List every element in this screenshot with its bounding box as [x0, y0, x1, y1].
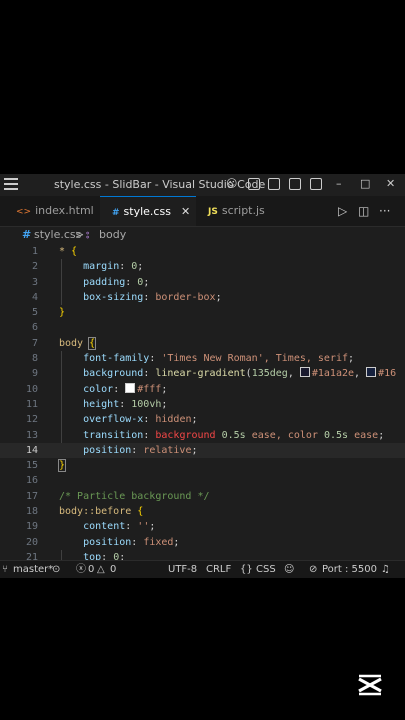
color-swatch[interactable]	[299, 367, 310, 378]
code-line: 3 padding: 0;	[0, 275, 405, 290]
code-line: 7 body {	[0, 336, 405, 351]
tab-label: script.js	[221, 204, 265, 217]
line-number: 7	[31, 337, 38, 349]
tab-close-icon[interactable]: ✕	[181, 205, 190, 218]
more-actions-icon[interactable]: ···	[379, 196, 390, 226]
css-file-icon: #	[22, 228, 32, 241]
sync-icon[interactable]: ⊙	[52, 561, 60, 578]
code-line: 12 overflow-x: hidden;	[0, 412, 405, 427]
branch-icon: ⑂	[2, 564, 8, 575]
menu-icon[interactable]	[4, 178, 18, 190]
line-number: 5	[31, 307, 38, 319]
line-number: 10	[25, 383, 38, 395]
tab-style-css[interactable]: # style.css ✕	[100, 196, 196, 226]
line-number: 3	[31, 276, 38, 288]
tab-label: index.html	[35, 204, 94, 217]
copilot-icon[interactable]: ☺	[226, 177, 237, 190]
line-number: 1	[31, 246, 38, 257]
toggle-sidebar-icon[interactable]	[268, 178, 280, 190]
code-line: 13 transition: background 0.5s ease, col…	[0, 428, 405, 443]
code-line: 17/* Particle background */	[0, 489, 405, 504]
line-number: 6	[31, 322, 38, 334]
title-bar: style.css - SlidBar - Visual Studio Code…	[0, 174, 405, 196]
code-editor[interactable]: 1 * { 2 margin: 0; 3 padding: 0; 4 box-si…	[0, 244, 405, 578]
copilot-icon[interactable]: ☺	[284, 561, 294, 578]
css-file-icon: #	[112, 208, 120, 218]
status-errors[interactable]: 0	[88, 561, 94, 578]
no-entry-icon: ⊘	[309, 564, 318, 575]
minimize-button[interactable]: –	[336, 177, 342, 190]
line-number: 2	[31, 261, 38, 273]
maximize-button[interactable]: □	[360, 177, 370, 190]
html-file-icon: <>	[16, 207, 32, 217]
tab-label: style.css	[123, 205, 171, 218]
code-line: 11 height: 100vh;	[0, 397, 405, 412]
code-line: 5}	[0, 305, 405, 320]
code-line: 6	[0, 320, 405, 335]
code-line: 18 body::before {	[0, 504, 405, 519]
status-branch[interactable]: master*	[13, 561, 53, 578]
breadcrumb-symbol[interactable]: body	[99, 226, 126, 244]
status-encoding[interactable]: UTF-8	[168, 561, 197, 578]
code-line: 20 position: fixed;	[0, 535, 405, 550]
code-line-current: 14 position: relative;	[0, 442, 405, 459]
code-line: 9 background: linear-gradient(135deg, #1…	[0, 366, 405, 381]
line-number: 8	[31, 353, 38, 365]
tab-script-js[interactable]: JS script.js	[196, 196, 286, 226]
line-number: 9	[31, 368, 38, 380]
code-line: 4 box-sizing: border-box;	[0, 290, 405, 305]
capcut-logo-icon	[358, 674, 382, 696]
bell-icon[interactable]: ♫	[381, 561, 390, 578]
line-number: 11	[25, 398, 38, 410]
code-line: 1 * {	[0, 244, 405, 259]
line-number: 13	[25, 429, 38, 441]
toggle-secondary-sidebar-icon[interactable]	[310, 178, 322, 190]
line-number: 4	[31, 291, 38, 303]
vscode-window: style.css - SlidBar - Visual Studio Code…	[0, 174, 405, 578]
tab-index-html[interactable]: <> index.html	[0, 196, 100, 226]
code-line: 2 margin: 0;	[0, 259, 405, 274]
braces-icon: {}	[240, 564, 253, 575]
color-swatch[interactable]	[366, 367, 377, 378]
status-bar: ⑂ master* ⊙ ⓧ 0 △ 0 UTF-8 CRLF {} CSS ☺ …	[0, 560, 405, 578]
code-line: 15}	[0, 458, 405, 473]
customize-layout-icon[interactable]	[248, 178, 260, 190]
run-icon[interactable]: ▷	[338, 196, 347, 226]
status-language[interactable]: CSS	[256, 561, 276, 578]
toggle-panel-icon[interactable]	[289, 178, 301, 190]
line-number: 20	[25, 536, 38, 548]
chevron-right-icon: >	[75, 228, 85, 241]
code-line: 10 color: #fff;	[0, 382, 405, 397]
code-line: 8 font-family: 'Times New Roman', Times,…	[0, 351, 405, 366]
line-number: 18	[25, 506, 38, 518]
split-editor-icon[interactable]: ◫	[358, 196, 369, 226]
code-line: 16	[0, 473, 405, 488]
close-button[interactable]: ✕	[386, 177, 395, 190]
status-warnings[interactable]: 0	[110, 561, 116, 578]
editor-tabs: <> index.html # style.css ✕ JS script.js ▷ ◫…	[0, 196, 405, 227]
line-number: 15	[25, 460, 38, 472]
line-number: 16	[25, 475, 38, 487]
status-port[interactable]: Port : 5500	[322, 561, 377, 578]
status-eol[interactable]: CRLF	[206, 561, 231, 578]
warning-icon: △	[97, 564, 105, 575]
color-swatch[interactable]	[125, 382, 136, 393]
js-file-icon: JS	[208, 207, 218, 217]
line-number: 17	[25, 490, 38, 502]
breadcrumb: # style.css > ⦂ body	[0, 226, 405, 244]
line-number: 19	[25, 521, 38, 533]
error-icon: ⓧ	[76, 564, 86, 575]
symbol-icon: ⦂	[86, 228, 90, 241]
line-number: 14	[25, 444, 38, 456]
code-line: 19 content: '';	[0, 519, 405, 534]
line-number: 12	[25, 414, 38, 426]
